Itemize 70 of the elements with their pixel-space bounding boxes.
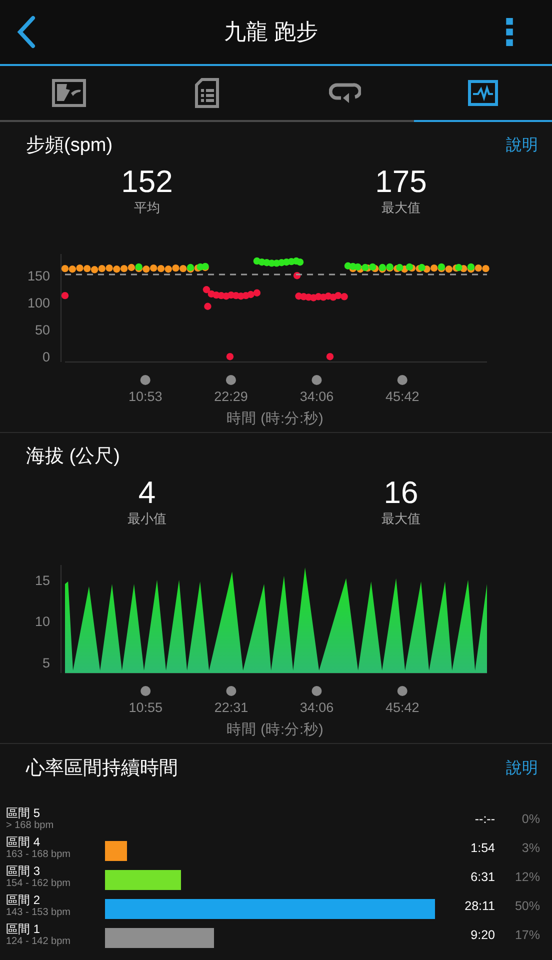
help-link[interactable]: 說明 bbox=[506, 134, 538, 156]
zone-percent: 0% bbox=[520, 812, 540, 826]
document-icon bbox=[195, 78, 219, 108]
axis-title: 時間 (時:分:秒) bbox=[226, 722, 324, 738]
tick-dot bbox=[397, 375, 408, 385]
axis-tick-label: 5 bbox=[42, 655, 50, 670]
stat-value: 16 bbox=[384, 475, 418, 511]
zone-name: 區間 2 bbox=[6, 892, 42, 906]
stat-value: 152 bbox=[121, 164, 173, 200]
chart-icon bbox=[468, 80, 498, 106]
zone-range: 163 - 168 bpm bbox=[6, 848, 72, 860]
zone-time: 9:20 bbox=[470, 928, 495, 942]
axis-tick-label: 0 bbox=[42, 350, 50, 365]
stat-value: 4 bbox=[138, 475, 156, 511]
stat-label: 平均 bbox=[134, 200, 160, 216]
tick-dot bbox=[226, 375, 236, 385]
repeat-icon bbox=[329, 81, 361, 105]
menu-icon[interactable] bbox=[506, 18, 514, 46]
window-title: 九龍 跑步 bbox=[224, 18, 318, 46]
zone-name: 區間 3 bbox=[6, 864, 42, 878]
zone-range: 124 - 142 bpm bbox=[6, 936, 72, 948]
axis-tick-label: 22:29 bbox=[214, 389, 248, 404]
zone-name: 區間 5 bbox=[6, 806, 42, 820]
tick-dot bbox=[312, 375, 322, 385]
stat-label: 最大值 bbox=[382, 200, 420, 216]
zone-time: 6:31 bbox=[470, 870, 495, 884]
zone-name: 區間 4 bbox=[6, 834, 42, 848]
zone-range: > 168 bpm bbox=[6, 820, 55, 832]
axis-title: 時間 (時:分:秒) bbox=[226, 411, 324, 427]
zone-percent: 17% bbox=[514, 928, 540, 942]
help-link[interactable]: 說明 bbox=[506, 758, 538, 778]
axis-tick-label: 34:06 bbox=[300, 700, 334, 715]
zone-percent: 12% bbox=[514, 870, 540, 884]
back-icon[interactable] bbox=[16, 15, 36, 49]
tick-dot bbox=[397, 686, 408, 696]
axis-tick-label: 15 bbox=[34, 572, 50, 588]
axis-tick-label: 100 bbox=[27, 296, 50, 311]
axis-tick-label: 10:55 bbox=[128, 700, 162, 715]
axis-tick-label: 150 bbox=[27, 268, 50, 284]
axis-tick-label: 10:53 bbox=[128, 389, 162, 404]
zone-percent: 50% bbox=[514, 898, 540, 912]
section-title: 步頻(spm) bbox=[26, 134, 113, 158]
zone-time: 1:54 bbox=[470, 840, 495, 854]
stat-value: 175 bbox=[375, 164, 427, 200]
data-point bbox=[326, 353, 334, 360]
section-title: 心率區間持續時間 bbox=[26, 757, 178, 781]
zone-time: 28:11 bbox=[464, 898, 495, 912]
axis-tick-label: 22:31 bbox=[214, 700, 248, 715]
zone-range: 143 - 153 bpm bbox=[6, 906, 72, 918]
zone-time: --:-- bbox=[474, 812, 495, 826]
data-point bbox=[226, 353, 234, 360]
axis-tick-label: 45:42 bbox=[385, 700, 420, 715]
section-title: 海拔 (公尺) bbox=[26, 445, 120, 469]
stat-label: 最小值 bbox=[128, 511, 166, 527]
axis-tick-label: 50 bbox=[34, 322, 50, 338]
map-icon bbox=[52, 79, 86, 107]
tick-dot bbox=[140, 686, 151, 696]
zone-range: 154 - 162 bpm bbox=[6, 878, 72, 890]
axis-tick-label: 34:06 bbox=[300, 389, 334, 404]
axis-tick-label: 45:42 bbox=[385, 389, 420, 404]
axis-tick-label: 10 bbox=[34, 614, 50, 630]
zone-percent: 3% bbox=[520, 840, 540, 854]
tick-dot bbox=[140, 375, 150, 385]
data-point bbox=[204, 302, 212, 310]
stat-label: 最大值 bbox=[382, 511, 420, 527]
zone-name: 區間 1 bbox=[6, 922, 42, 936]
data-point bbox=[293, 272, 301, 280]
data-point bbox=[61, 292, 69, 300]
tick-dot bbox=[312, 686, 322, 696]
tick-dot bbox=[226, 686, 236, 696]
